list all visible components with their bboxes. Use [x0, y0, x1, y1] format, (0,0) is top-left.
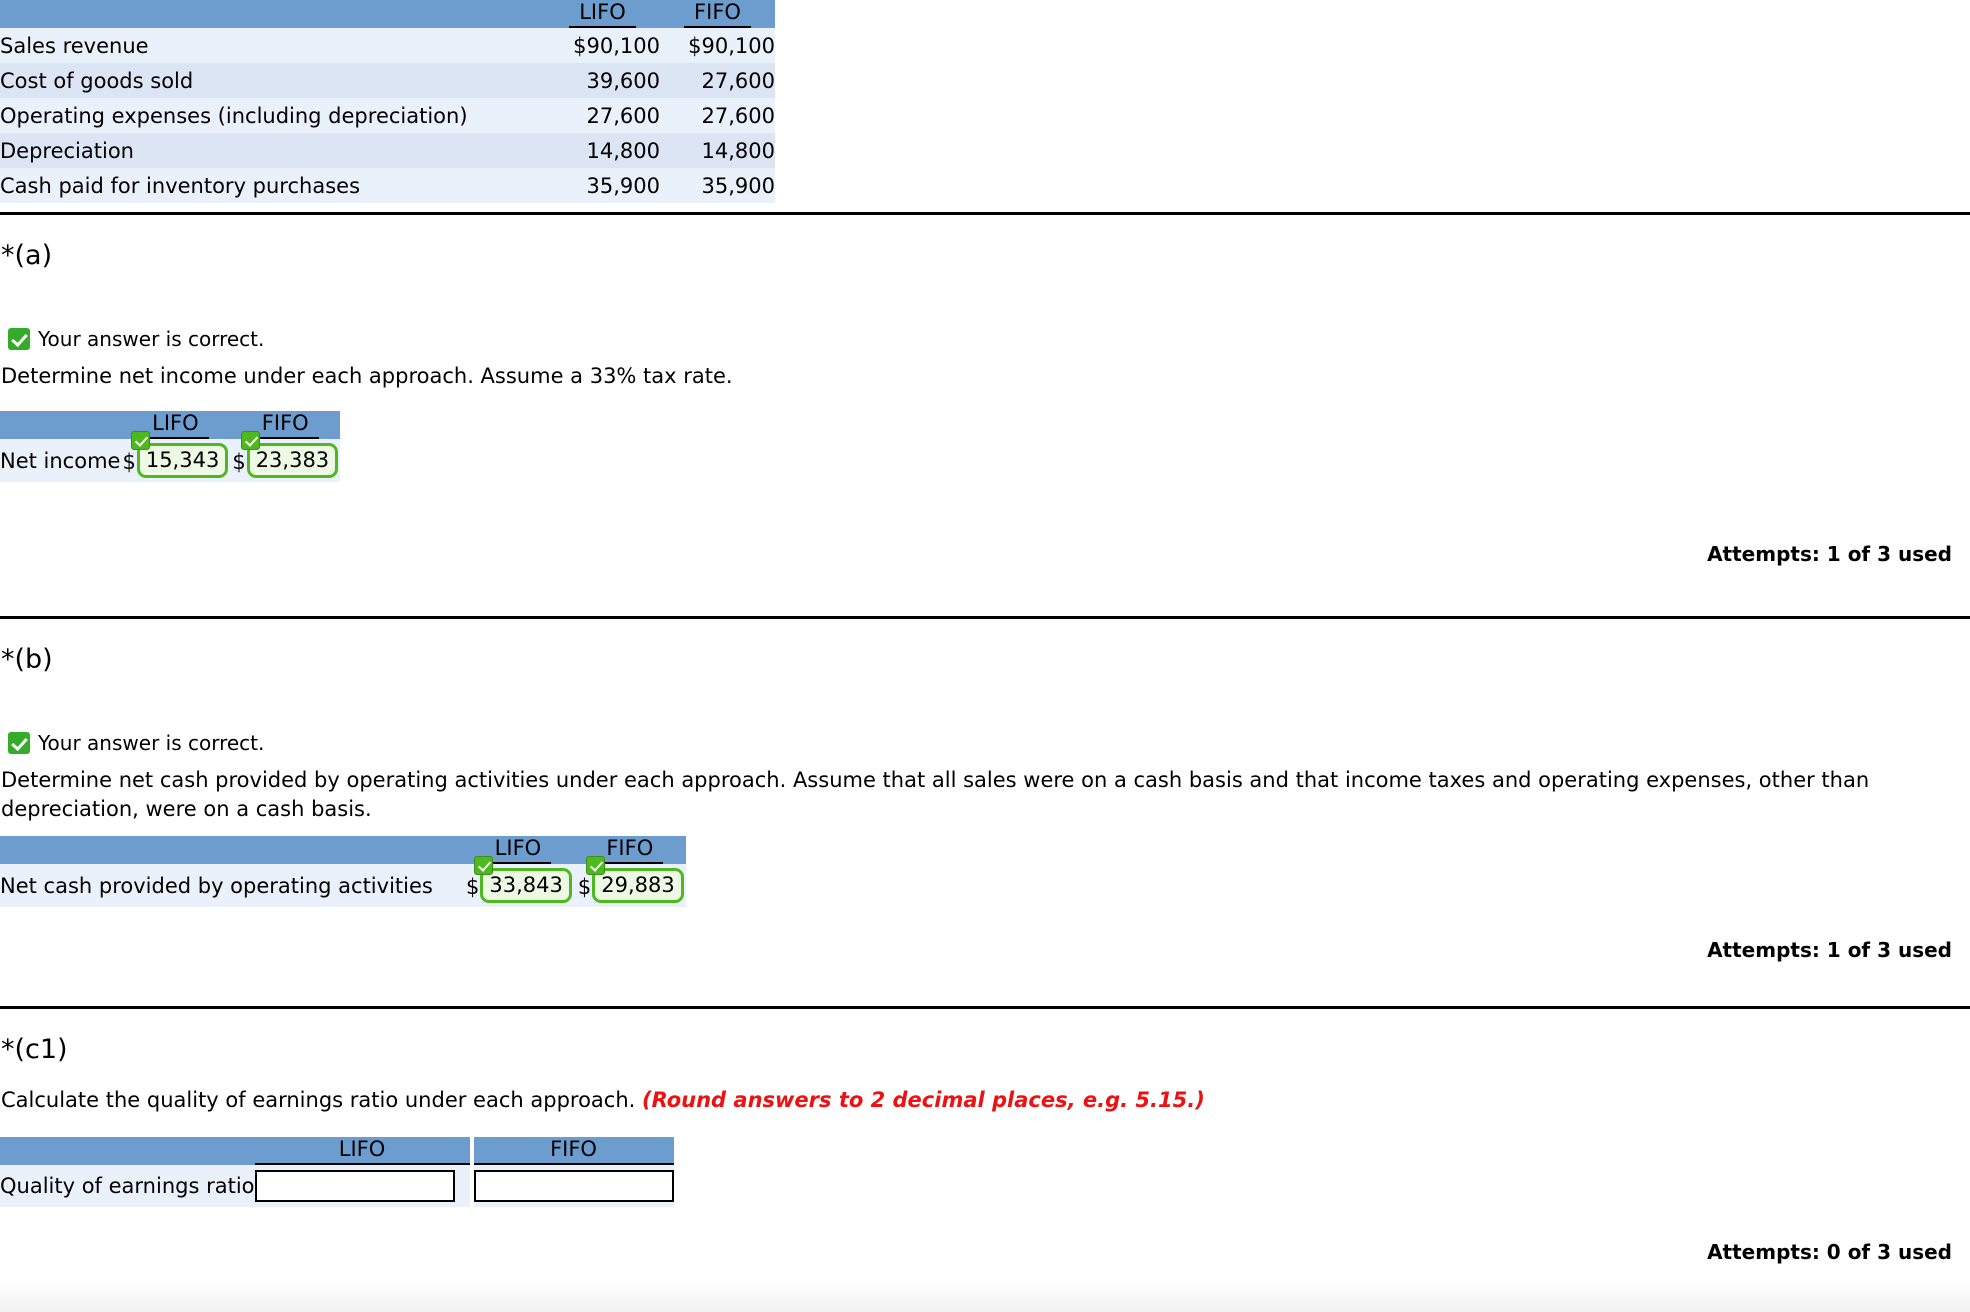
row-label: Quality of earnings ratio [0, 1174, 255, 1198]
currency-symbol: $ [232, 450, 246, 474]
section-title-c1: *(c1) [1, 1034, 68, 1065]
answer-cell-lifo: $33,843 [462, 856, 574, 907]
table-row: Quality of earnings ratio [0, 1165, 674, 1207]
table-row: Net income $15,343 $23,383 [0, 431, 341, 482]
answer-header-blank [0, 411, 121, 439]
row-value-fifo: 27,600 [701, 68, 775, 93]
summary-header-lifo: LIFO [545, 0, 660, 28]
bottom-band [0, 1282, 1970, 1312]
table-row: Cost of goods sold 39,600 27,600 [0, 63, 775, 98]
table-row: Cash paid for inventory purchases 35,900… [0, 168, 775, 203]
prompt-a: Determine net income under each approach… [1, 364, 733, 388]
currency-symbol: $ [577, 875, 592, 899]
attempts-label-c1: Attempts: 0 of 3 used [1707, 1240, 1952, 1264]
answer-input-fifo[interactable]: 23,383 [246, 443, 339, 478]
row-label: Sales revenue [0, 33, 149, 58]
answer-input-wrap-lifo: 15,343 [130, 431, 229, 478]
section-divider [0, 212, 1970, 215]
table-row: Sales revenue $90,100 $90,100 [0, 28, 775, 63]
answer-input-fifo[interactable]: 29,883 [592, 868, 684, 903]
answer-table-c1: LIFO FIFO Quality of earnings ratio [0, 1137, 674, 1207]
answer-cell-fifo: $23,383 [230, 431, 340, 482]
row-label: Depreciation [0, 138, 134, 163]
feedback-correct-b: Your answer is correct. [8, 731, 264, 755]
answer-cell-lifo [254, 1165, 470, 1207]
row-value-fifo: $90,100 [688, 33, 775, 58]
answer-input-wrap-lifo: 33,843 [474, 856, 572, 903]
answer-cell-lifo: $15,343 [120, 431, 230, 482]
summary-header-blank [0, 0, 545, 28]
feedback-text: Your answer is correct. [38, 327, 265, 351]
section-title-a: *(a) [1, 240, 53, 271]
answer-cell-fifo: $29,883 [574, 856, 686, 907]
check-icon [586, 856, 606, 875]
row-value-lifo: 14,800 [586, 138, 660, 163]
row-value-lifo: $90,100 [573, 33, 660, 58]
check-icon [8, 732, 30, 754]
currency-symbol: $ [122, 450, 136, 474]
row-value-fifo: 35,900 [701, 173, 775, 198]
answer-table-a: LIFO FIFO Net income $15,343 $23,383 [0, 411, 341, 482]
check-icon [130, 431, 150, 450]
prompt-c1-note: (Round answers to 2 decimal places, e.g.… [642, 1088, 1205, 1112]
answer-input-wrap-fifo: 29,883 [586, 856, 684, 903]
row-label: Net income [0, 448, 121, 473]
answer-input-lifo[interactable]: 33,843 [480, 868, 572, 903]
table-row: Operating expenses (including depreciati… [0, 98, 775, 133]
table-row: Depreciation 14,800 14,800 [0, 133, 775, 168]
answer-cell-fifo [473, 1165, 674, 1207]
prompt-b: Determine net cash provided by operating… [1, 768, 1870, 821]
attempts-label-b: Attempts: 1 of 3 used [1707, 938, 1952, 962]
row-value-fifo: 14,800 [701, 138, 775, 163]
answer-table-header-row: LIFO FIFO [0, 1137, 674, 1165]
currency-symbol: $ [466, 875, 480, 899]
prompt-c1-text: Calculate the quality of earnings ratio … [1, 1088, 642, 1112]
row-value-lifo: 39,600 [586, 68, 660, 93]
answer-header-fifo: FIFO [473, 1137, 674, 1165]
section-divider [0, 616, 1970, 619]
summary-table: LIFO FIFO Sales revenue $90,100 $90,100 … [0, 0, 775, 203]
row-label: Operating expenses (including depreciati… [0, 103, 468, 128]
summary-table-header-row: LIFO FIFO [0, 0, 775, 28]
answer-table-b: LIFO FIFO Net cash provided by operating… [0, 836, 686, 907]
check-icon [474, 856, 494, 875]
row-value-lifo: 27,600 [586, 103, 660, 128]
row-value-fifo: 27,600 [701, 103, 775, 128]
answer-header-lifo: LIFO [254, 1137, 470, 1165]
answer-input-fifo[interactable] [473, 1170, 674, 1202]
answer-input-lifo[interactable] [254, 1170, 455, 1202]
answer-table-header-row: LIFO FIFO [0, 411, 341, 439]
row-label: Cost of goods sold [0, 68, 194, 93]
answer-table-header-row: LIFO FIFO [0, 836, 686, 864]
section-divider [0, 1006, 1970, 1009]
exercise-page: LIFO FIFO Sales revenue $90,100 $90,100 … [0, 0, 1970, 1312]
row-label: Net cash provided by operating activitie… [0, 873, 433, 898]
check-icon [8, 328, 30, 350]
row-label: Cash paid for inventory purchases [0, 173, 361, 198]
table-row: Net cash provided by operating activitie… [0, 856, 686, 907]
check-icon [240, 431, 260, 450]
feedback-correct-a: Your answer is correct. [8, 327, 264, 351]
feedback-text: Your answer is correct. [38, 731, 265, 755]
answer-input-lifo[interactable]: 15,343 [136, 443, 229, 478]
summary-header-fifo: FIFO [660, 0, 775, 28]
attempts-label-a: Attempts: 1 of 3 used [1707, 542, 1952, 566]
answer-input-wrap-fifo: 23,383 [240, 431, 339, 478]
section-title-b: *(b) [1, 644, 53, 675]
row-value-lifo: 35,900 [586, 173, 660, 198]
answer-header-blank [0, 836, 462, 864]
answer-header-blank [0, 1137, 255, 1165]
prompt-c1: Calculate the quality of earnings ratio … [1, 1086, 1501, 1115]
